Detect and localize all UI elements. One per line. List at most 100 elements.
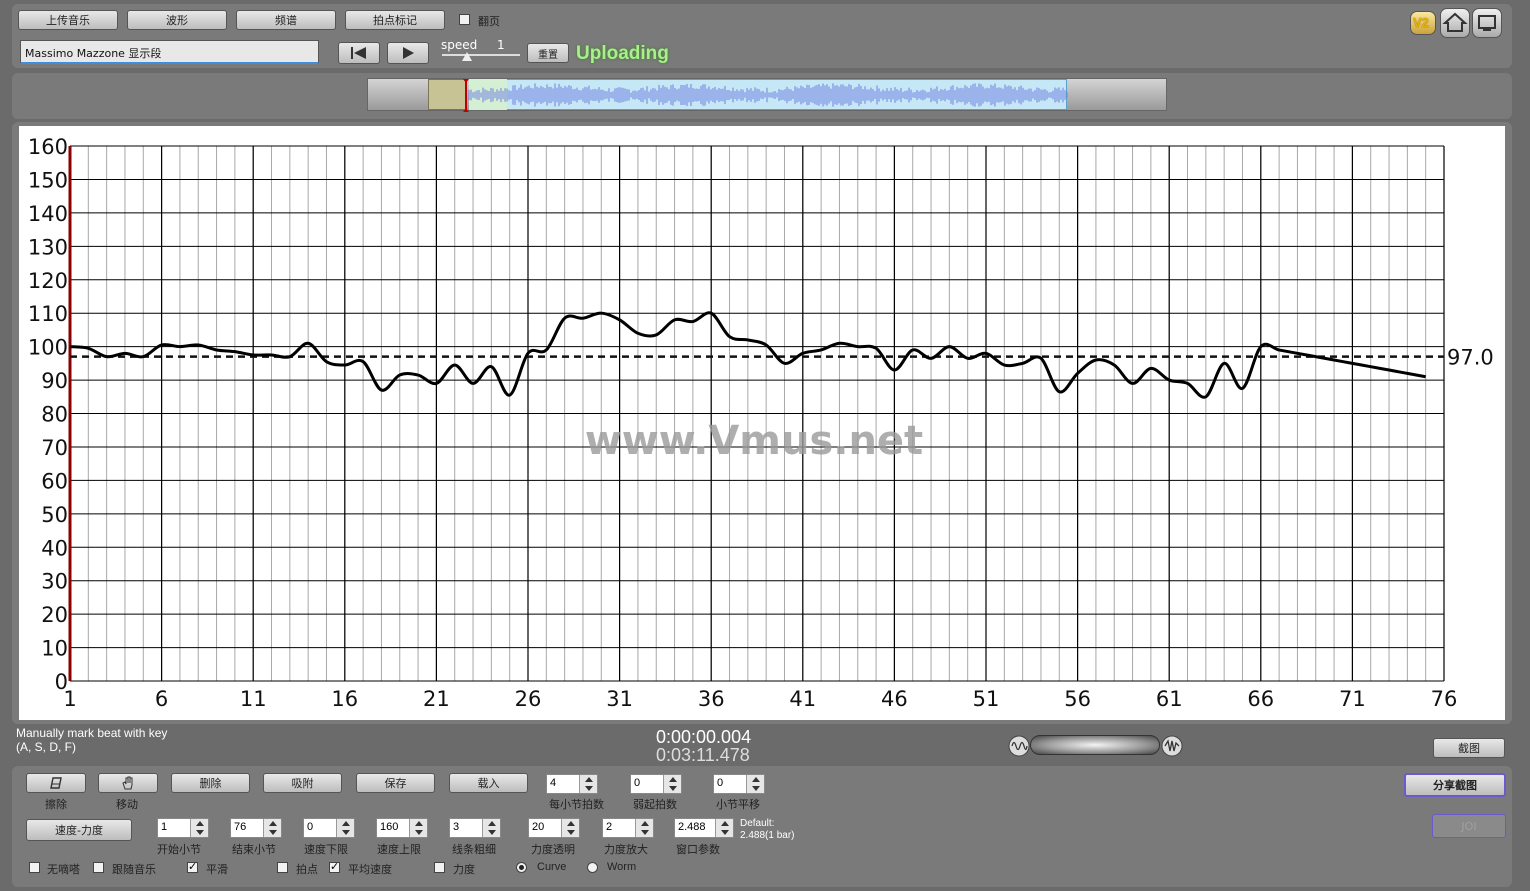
dyn-scale-stepper[interactable]: 2 <box>602 818 654 838</box>
beats-per-bar-arrows[interactable] <box>579 775 597 793</box>
overview-waveform[interactable] <box>367 78 1167 112</box>
home-button[interactable] <box>1440 8 1470 38</box>
window-stepper[interactable]: 2.488 <box>674 818 734 838</box>
hint-line-1: Manually mark beat with key <box>16 726 168 740</box>
tempo-max-stepper[interactable]: 160 <box>376 818 428 838</box>
window-value: 2.488 <box>678 821 706 833</box>
bar-offset-arrows[interactable] <box>746 775 764 793</box>
joi-button[interactable]: JOI <box>1432 814 1506 838</box>
tempo-max-arrows[interactable] <box>409 819 427 837</box>
dynamics-checkbox[interactable] <box>434 862 445 873</box>
bar-offset-value: 0 <box>717 777 724 789</box>
hand-icon <box>122 776 133 790</box>
reset-button[interactable]: 重置 <box>527 43 569 63</box>
dyn-opacity-value: 20 <box>532 821 545 833</box>
speed-slider[interactable] <box>442 52 520 61</box>
upload-status-text: Uploading <box>576 43 669 64</box>
bar-offset-stepper[interactable]: 0 <box>713 774 765 794</box>
y-tick-label: 60 <box>41 469 68 493</box>
x-tick-label: 46 <box>881 687 908 711</box>
x-tick-label: 71 <box>1339 687 1366 711</box>
pickup-stepper[interactable]: 0 <box>630 774 682 794</box>
end-bar-stepper[interactable]: 76 <box>230 818 282 838</box>
y-tick-label: 80 <box>41 403 68 427</box>
tempo-max-label: 速度上限 <box>377 843 421 856</box>
line-width-arrows[interactable] <box>482 819 500 837</box>
chart-area[interactable]: 1 6 11 16 21 26 31 36 41 46 51 56 61 66 71 76 0 10 20 30 40 5… <box>19 126 1505 720</box>
mode-button[interactable]: 速度-力度 <box>26 819 132 841</box>
tempo-chart[interactable]: 1 6 11 16 21 26 31 36 41 46 51 56 61 66 71 760102030405… <box>19 126 1505 720</box>
load-button[interactable]: 载入 <box>449 773 528 793</box>
y-tick-label: 30 <box>41 570 68 594</box>
overview-wave-svg <box>463 79 1068 112</box>
snap-button[interactable]: 吸附 <box>263 773 342 793</box>
beats-per-bar-stepper[interactable]: 4 <box>546 774 598 794</box>
screenshot-button[interactable]: 截图 <box>1433 738 1505 758</box>
eraser-icon <box>50 777 62 789</box>
erase-button[interactable] <box>26 773 86 793</box>
y-tick-label: 70 <box>41 436 68 460</box>
x-tick-label: 11 <box>240 687 267 711</box>
beats-checkbox[interactable] <box>277 862 288 873</box>
total-time: 0:03:11.478 <box>656 745 750 765</box>
end-bar-arrows[interactable] <box>263 819 281 837</box>
beats-label: 拍点 <box>296 863 318 876</box>
default-line-1: Default: <box>740 818 775 829</box>
start-bar-stepper[interactable]: 1 <box>157 818 209 838</box>
fullscreen-button[interactable] <box>1472 8 1502 38</box>
spectrum-button[interactable]: 频谱 <box>236 10 336 30</box>
y-tick-label: 0 <box>55 670 68 694</box>
pickup-label: 弱起拍数 <box>633 798 677 811</box>
y-tick-label: 20 <box>41 603 68 627</box>
dyn-opacity-stepper[interactable]: 20 <box>528 818 580 838</box>
x-tick-label: 61 <box>1156 687 1183 711</box>
smooth-checkbox[interactable]: ✓ <box>187 862 198 873</box>
version-badge[interactable]: V2 <box>1410 11 1436 35</box>
skip-to-start-button[interactable] <box>338 42 380 64</box>
no-ticks-checkbox[interactable] <box>29 862 40 873</box>
curve-radio[interactable] <box>516 862 527 873</box>
speed-slider-thumb[interactable] <box>462 52 472 61</box>
play-button[interactable] <box>387 42 429 64</box>
share-screenshot-button[interactable]: 分享截图 <box>1404 773 1506 797</box>
volume-track[interactable] <box>1030 735 1160 755</box>
waveform-button[interactable]: 波形 <box>127 10 227 30</box>
follow-music-checkbox[interactable] <box>93 862 104 873</box>
line-width-stepper[interactable]: 3 <box>449 818 501 838</box>
save-button[interactable]: 保存 <box>356 773 435 793</box>
x-tick-label: 26 <box>515 687 542 711</box>
window-arrows[interactable] <box>715 819 733 837</box>
curve-label: Curve <box>537 861 567 873</box>
move-button[interactable] <box>98 773 158 793</box>
upload-music-button[interactable]: 上传音乐 <box>18 10 118 30</box>
volume-control[interactable] <box>1008 734 1184 758</box>
track-title-field[interactable]: Massimo Mazzone 显示段 <box>20 40 319 64</box>
x-tick-label: 56 <box>1064 687 1091 711</box>
y-tick-label: 130 <box>28 235 68 259</box>
smooth-label: 平滑 <box>206 863 228 876</box>
pickup-arrows[interactable] <box>663 775 681 793</box>
dyn-scale-label: 力度放大 <box>604 843 648 856</box>
y-tick-label: 100 <box>28 336 68 360</box>
y-tick-label: 140 <box>28 202 68 226</box>
beat-mark-button[interactable]: 拍点标记 <box>345 10 445 30</box>
no-ticks-label: 无嘀嗒 <box>47 863 80 876</box>
start-bar-arrows[interactable] <box>190 819 208 837</box>
y-tick-label: 150 <box>28 168 68 192</box>
end-bar-label: 结束小节 <box>232 843 276 856</box>
watermark-text: www.Vmus.net <box>585 418 923 464</box>
x-tick-label: 16 <box>331 687 358 711</box>
tempo-min-stepper[interactable]: 0 <box>303 818 355 838</box>
y-tick-label: 110 <box>28 302 68 326</box>
wave-right-icon <box>1161 735 1183 757</box>
curve-radio-dot <box>519 865 524 870</box>
dyn-opacity-arrows[interactable] <box>561 819 579 837</box>
tempo-min-arrows[interactable] <box>336 819 354 837</box>
playhead-bottom-tick <box>463 108 469 112</box>
page-turn-checkbox[interactable] <box>459 14 470 25</box>
delete-button[interactable]: 删除 <box>171 773 250 793</box>
worm-label: Worm <box>607 861 637 873</box>
dyn-scale-arrows[interactable] <box>635 819 653 837</box>
worm-radio[interactable] <box>587 862 598 873</box>
avg-tempo-checkbox[interactable]: ✓ <box>329 862 340 873</box>
